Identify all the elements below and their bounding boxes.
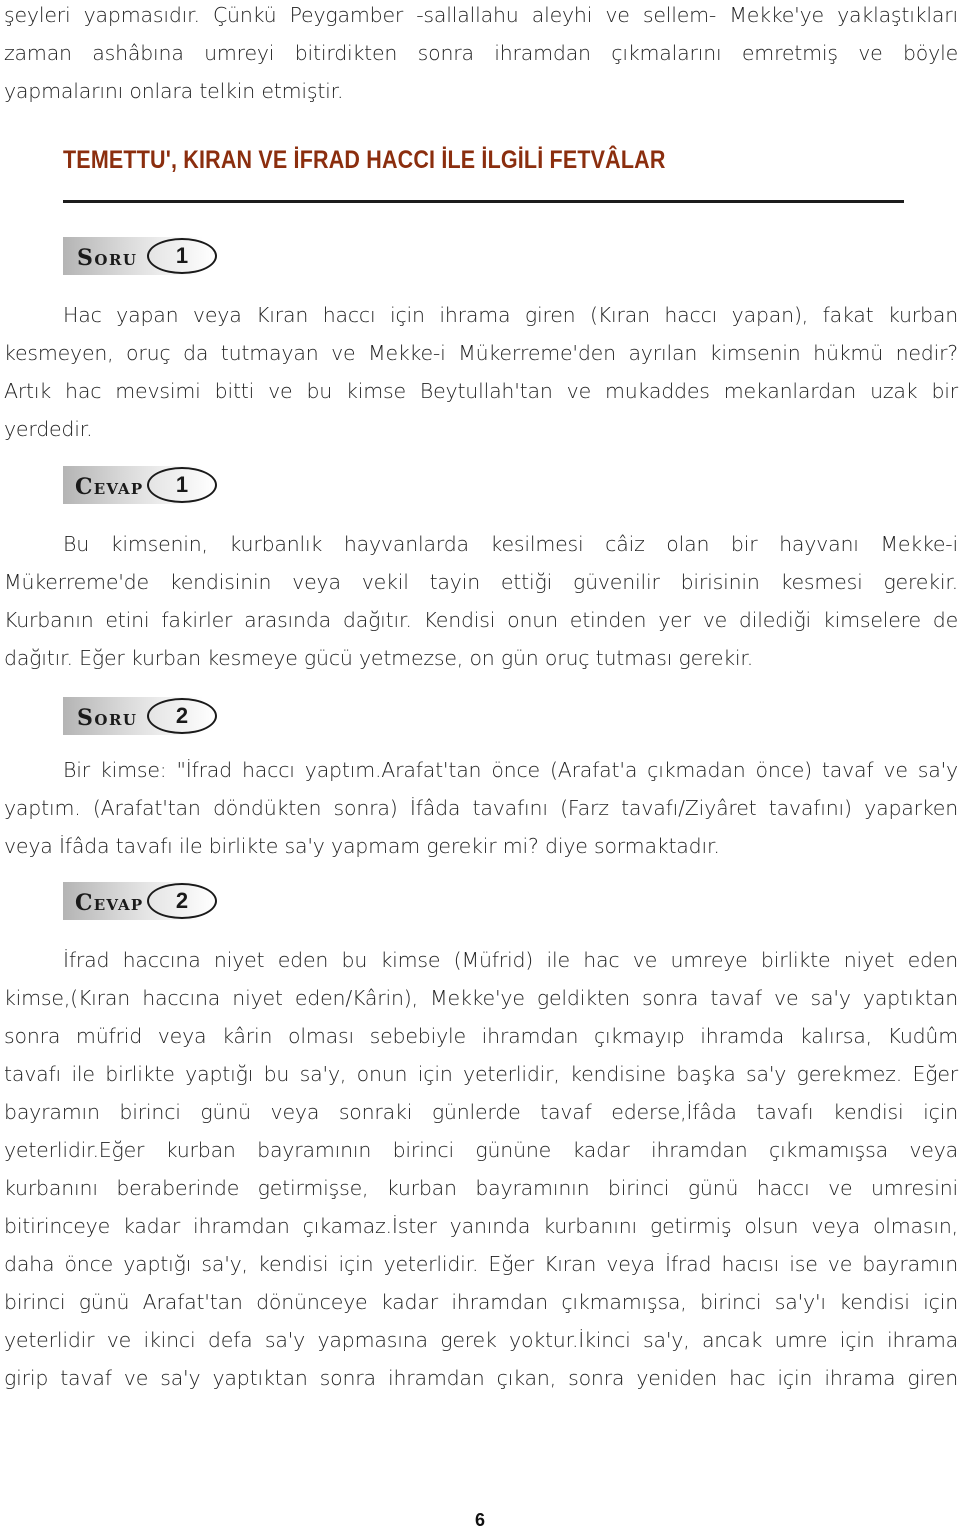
text-line: birinci günü Arafat'tan dönünceye kadar … (4, 1290, 958, 1314)
text-line: kurbanını beraberinde getirmişse, kurban… (4, 1176, 958, 1200)
text-line: Mükerreme'de kendisinin veya vekil tayin… (4, 570, 958, 594)
text-line: dağıtır. Eğer kurban kesmeye gücü yetmez… (4, 646, 754, 670)
text-line: veya İfâda tavafı ile birlikte sa'y yapm… (4, 834, 720, 858)
text-line: girip tavaf ve sa'y yaptıktan sonra ihra… (4, 1366, 958, 1390)
question-paragraph: Bir kimse: "İfrad haccı yaptım.Arafat'ta… (4, 751, 958, 865)
question-paragraph: Hac yapan veya Kıran haccı için ihrama g… (4, 296, 958, 448)
badge-number: 1 (147, 238, 217, 274)
question-badge: SORU 1 (63, 237, 221, 277)
answer-paragraph: Bu kimsenin, kurbanlık hayvanlarda kesil… (4, 525, 958, 677)
text-line: İfrad haccına niyet eden bu kimse (Müfri… (63, 948, 958, 972)
badge-label: SORU (77, 245, 138, 271)
text-line: Artık hac mevsimi bitti ve bu kimse Beyt… (4, 379, 958, 403)
badge-number: 2 (147, 698, 217, 734)
badge-number: 2 (147, 883, 217, 919)
text-line: sonra müfrid veya kârin olması sebebiyle… (4, 1024, 958, 1048)
text-line: tavafı ile birlikte yaptığı bu sa'y, onu… (4, 1062, 958, 1086)
text-line: Bir kimse: "İfrad haccı yaptım.Arafat'ta… (63, 758, 958, 782)
answer-paragraph: İfrad haccına niyet eden bu kimse (Müfri… (4, 941, 958, 1397)
text-line: Kurbanın etini fakirler arasında dağıtır… (4, 608, 958, 632)
text-line: şeyleri yapmasıdır. Çünkü Peygamber -sal… (4, 3, 958, 27)
intro-paragraph: şeyleri yapmasıdır. Çünkü Peygamber -sal… (4, 0, 958, 110)
text-line: yeterlidir.Eğer kurban bayramının birinc… (4, 1138, 958, 1162)
question-badge: SORU 2 (63, 697, 221, 737)
title-divider (63, 200, 904, 203)
badge-label: CEVAP (75, 474, 144, 500)
page-number: 6 (474, 1510, 485, 1530)
text-line: yeterlidir ve ikinci defa sa'y yapmasına… (4, 1328, 958, 1352)
section-title: TEMETTU', KIRAN VE İFRAD HACCI İLE İLGİL… (63, 146, 666, 174)
badge-label: CEVAP (75, 890, 144, 916)
text-line: bitirinceye kadar ihramdan çıkamaz.İster… (4, 1214, 958, 1238)
badge-number: 1 (147, 467, 217, 503)
text-line: yaptım. (Arafat'tan döndükten sonra) İfâ… (4, 796, 958, 820)
badge-label: SORU (77, 705, 138, 731)
text-line: zaman ashâbına umreyi bitirdikten sonra … (4, 41, 958, 65)
text-line: yapmalarını onlara telkin etmiştir. (4, 79, 344, 103)
answer-badge: CEVAP 1 (63, 466, 221, 506)
text-line: daha önce yaptığı sa'y, kendisi için yet… (4, 1252, 958, 1276)
text-line: kesmeyen, oruç da tutmayan ve Mekke-i Mü… (4, 341, 958, 365)
answer-badge: CEVAP 2 (63, 882, 221, 922)
text-line: kimse,(Kıran haccına niyet eden/Kârin), … (4, 986, 958, 1010)
text-line: Bu kimsenin, kurbanlık hayvanlarda kesil… (63, 532, 958, 556)
text-line: yerdedir. (4, 417, 93, 441)
text-line: Hac yapan veya Kıran haccı için ihrama g… (63, 303, 958, 327)
text-line: bayramın birinci günü veya sonraki günle… (4, 1100, 958, 1124)
